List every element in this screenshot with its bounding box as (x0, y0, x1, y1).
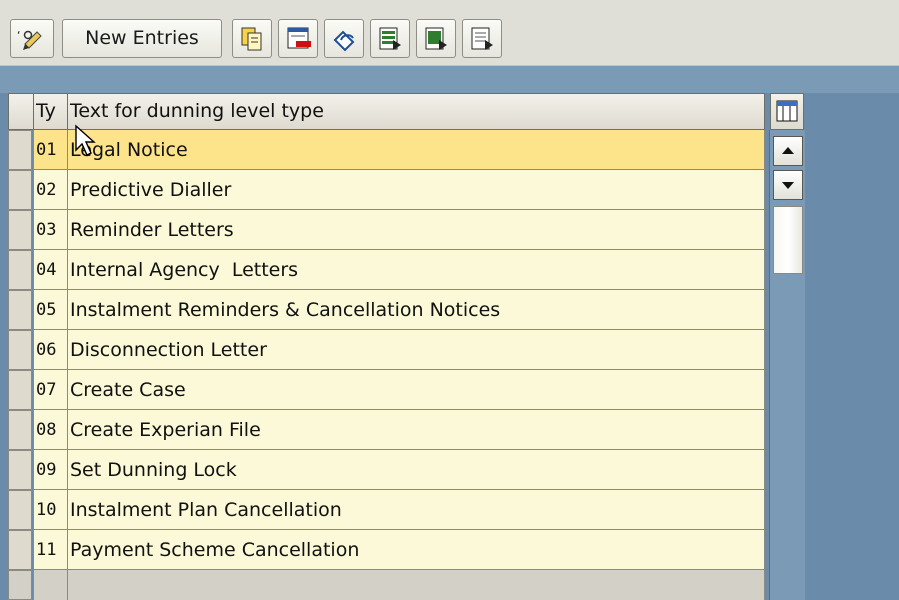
table-row[interactable]: 11 Payment Scheme Cancellation (33, 530, 765, 570)
delete-button[interactable] (278, 19, 318, 58)
type-code-cell[interactable]: 02 (33, 170, 68, 210)
select-all-icon (379, 27, 401, 50)
type-code-cell[interactable]: 06 (33, 330, 68, 370)
select-block-button[interactable] (416, 19, 456, 58)
row-selector[interactable] (8, 210, 32, 250)
dunning-text-cell[interactable]: Internal Agency Letters (67, 250, 765, 290)
dunning-text-cell[interactable]: Legal Notice (67, 130, 765, 170)
separator-band (0, 66, 899, 93)
table-row[interactable]: 04 Internal Agency Letters (33, 250, 765, 290)
row-selector-empty[interactable] (8, 570, 32, 600)
copy-icon (241, 27, 262, 51)
scroll-up-button[interactable] (773, 136, 803, 166)
type-code-cell[interactable]: 11 (33, 530, 68, 570)
type-code-cell[interactable]: 09 (33, 450, 68, 490)
row-selector[interactable] (8, 170, 32, 210)
type-code-cell[interactable]: 04 (33, 250, 68, 290)
dunning-text-cell[interactable]: Reminder Letters (67, 210, 765, 250)
column-header-type-label: Ty (36, 100, 56, 122)
type-code-cell[interactable]: 08 (33, 410, 68, 450)
dunning-text-cell[interactable]: Create Experian File (67, 410, 765, 450)
table-row[interactable]: 09 Set Dunning Lock (33, 450, 765, 490)
table-row[interactable]: 07 Create Case (33, 370, 765, 410)
table-row[interactable]: 08 Create Experian File (33, 410, 765, 450)
deselect-all-icon (471, 27, 493, 50)
row-selector[interactable] (8, 370, 32, 410)
row-selector[interactable] (8, 250, 32, 290)
mouse-pointer-icon (75, 124, 96, 156)
select-block-icon (425, 27, 447, 50)
column-header-type[interactable]: Ty (33, 93, 68, 130)
delete-icon (287, 27, 311, 49)
display-change-button[interactable]: ‘ (10, 19, 54, 58)
new-entries-button[interactable]: New Entries (62, 19, 222, 58)
column-header-text[interactable]: Text for dunning level type (67, 93, 765, 130)
table-settings-button[interactable] (770, 93, 804, 130)
table-row[interactable]: 10 Instalment Plan Cancellation (33, 490, 765, 530)
row-selector[interactable] (8, 290, 32, 330)
type-code-cell[interactable]: 10 (33, 490, 68, 530)
table-row[interactable]: 02 Predictive Dialler (33, 170, 765, 210)
dunning-text-cell[interactable]: Create Case (67, 370, 765, 410)
column-header-text-label: Text for dunning level type (70, 100, 324, 122)
row-selector[interactable] (8, 490, 32, 530)
dunning-text-cell[interactable]: Payment Scheme Cancellation (67, 530, 765, 570)
svg-text:‘: ‘ (17, 29, 21, 42)
type-code-cell[interactable]: 01 (33, 130, 68, 170)
dunning-text-cell[interactable]: Set Dunning Lock (67, 450, 765, 490)
dunning-text-cell[interactable]: Predictive Dialler (67, 170, 765, 210)
row-selector[interactable] (8, 330, 32, 370)
row-selector[interactable] (8, 450, 32, 490)
scroll-down-button[interactable] (773, 170, 803, 200)
table-row[interactable]: 06 Disconnection Letter (33, 330, 765, 370)
undo-icon (333, 30, 355, 52)
vertical-scrollbar[interactable] (769, 130, 805, 600)
new-entries-label: New Entries (85, 27, 199, 49)
arrow-up-icon (782, 147, 794, 154)
type-code-cell[interactable]: 07 (33, 370, 68, 410)
row-selector-header[interactable] (8, 93, 34, 130)
row-selector[interactable] (8, 130, 32, 170)
row-selector[interactable] (8, 530, 32, 570)
type-code-cell[interactable]: 03 (33, 210, 68, 250)
dunning-text-cell[interactable]: Instalment Reminders & Cancellation Noti… (67, 290, 765, 330)
select-all-button[interactable] (370, 19, 410, 58)
table-row[interactable]: 05 Instalment Reminders & Cancellation No… (33, 290, 765, 330)
table-row-empty (33, 570, 765, 600)
scroll-thumb[interactable] (773, 206, 803, 274)
table-settings-icon (776, 100, 798, 122)
application-toolbar: ‘ New Entries (0, 0, 899, 66)
dunning-text-cell[interactable]: Disconnection Letter (67, 330, 765, 370)
undo-button[interactable] (324, 19, 364, 58)
type-code-cell[interactable]: 05 (33, 290, 68, 330)
display-change-icon: ‘ (17, 29, 42, 50)
row-selector[interactable] (8, 410, 32, 450)
table-row[interactable]: 03 Reminder Letters (33, 210, 765, 250)
deselect-all-button[interactable] (462, 19, 502, 58)
dunning-text-cell[interactable]: Instalment Plan Cancellation (67, 490, 765, 530)
table-row[interactable]: 01 Legal Notice (33, 130, 765, 170)
copy-button[interactable] (232, 19, 272, 58)
arrow-down-icon (782, 182, 794, 189)
